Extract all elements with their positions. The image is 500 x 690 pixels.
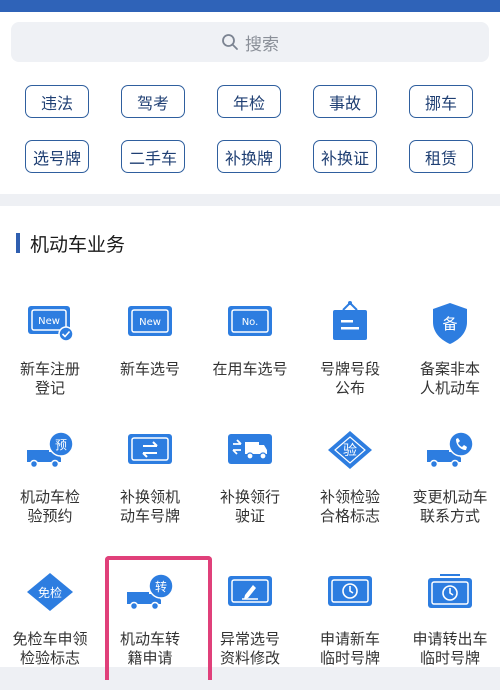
truck-phone-icon bbox=[427, 431, 474, 469]
svg-text:New: New bbox=[139, 317, 161, 328]
tag-used-car[interactable]: 二手车 bbox=[121, 140, 185, 173]
label-line2: 临时号牌 bbox=[419, 649, 480, 667]
plate-exchange-icon bbox=[128, 434, 172, 464]
service-label: 机动车检 验预约 bbox=[0, 488, 100, 526]
svg-text:免检: 免检 bbox=[38, 585, 62, 600]
service-change-contact[interactable]: 变更机动车 联系方式 bbox=[400, 428, 500, 548]
label-line2: 验预约 bbox=[27, 507, 73, 525]
service-replace-plate[interactable]: 补换领机 动车号牌 bbox=[100, 428, 200, 548]
label-line1: 免检车申领 bbox=[12, 630, 88, 648]
service-label: 补领检验 合格标志 bbox=[300, 488, 400, 526]
label-line2: 公布 bbox=[334, 379, 365, 397]
label-line1: 异常选号 bbox=[219, 630, 280, 648]
section-title: 机动车业务 bbox=[30, 233, 126, 256]
service-inspection-booking[interactable]: 预 机动车检 验预约 bbox=[0, 428, 100, 548]
license-truck-icon bbox=[228, 434, 272, 464]
service-in-use-plate[interactable]: No. 在用车选号 bbox=[200, 300, 300, 420]
label-line2: 资料修改 bbox=[219, 649, 280, 667]
service-label: 补换领机 动车号牌 bbox=[100, 488, 200, 526]
tag-replace-plate[interactable]: 补换牌 bbox=[217, 140, 281, 173]
service-exempt-inspection-mark[interactable]: 免检 免检车申领 检验标志 bbox=[0, 570, 100, 690]
label-line1: 机动车检 bbox=[19, 488, 80, 506]
service-plate-segment[interactable]: 号牌号段 公布 bbox=[300, 300, 400, 420]
service-replace-driving-license[interactable]: 补换领行 驶证 bbox=[200, 428, 300, 548]
service-new-car-registration[interactable]: New 新车注册 登记 bbox=[0, 300, 100, 420]
service-label: 异常选号 资料修改 bbox=[200, 630, 300, 668]
tag-annual-inspection[interactable]: 年检 bbox=[217, 85, 281, 118]
tag-driving-test[interactable]: 驾考 bbox=[121, 85, 185, 118]
service-new-car-plate[interactable]: New 新车选号 bbox=[100, 300, 200, 420]
label-line1: 补领检验 bbox=[319, 488, 380, 506]
service-abnormal-plate-edit[interactable]: 异常选号 资料修改 bbox=[200, 570, 300, 690]
svg-text:预: 预 bbox=[55, 438, 67, 452]
label-line1: 新车选号 bbox=[119, 360, 180, 378]
label-line2: 驶证 bbox=[234, 507, 265, 525]
label-line1: 号牌号段 bbox=[319, 360, 380, 378]
tag-move-car[interactable]: 挪车 bbox=[409, 85, 473, 118]
svg-text:验: 验 bbox=[343, 443, 357, 459]
label-line1: 备案非本 bbox=[419, 360, 480, 378]
search-panel: 搜索 违法 驾考 年检 事故 挪车 选号牌 二手车 补换牌 补换证 租赁 bbox=[0, 12, 500, 194]
title-accent-bar bbox=[16, 233, 20, 253]
label-line1: 在用车选号 bbox=[212, 360, 288, 378]
tag-replace-license[interactable]: 补换证 bbox=[313, 140, 377, 173]
tag-rental[interactable]: 租赁 bbox=[409, 140, 473, 173]
service-label: 补换领行 驶证 bbox=[200, 488, 300, 526]
vehicle-services-section: 机动车业务 New 新车注册 登记 New 新车选号 No. 在用车选号 号牌号… bbox=[0, 206, 500, 680]
service-label: 新车选号 bbox=[100, 360, 200, 379]
notice-board-icon bbox=[333, 301, 367, 340]
label-line2: 合格标志 bbox=[319, 507, 380, 525]
tag-select-plate[interactable]: 选号牌 bbox=[25, 140, 89, 173]
service-reissue-inspection-mark[interactable]: 验 补领检验 合格标志 bbox=[300, 428, 400, 548]
label-line2: 登记 bbox=[34, 379, 65, 397]
service-new-car-temp-plate[interactable]: 申请新车 临时号牌 bbox=[300, 570, 400, 690]
label-line1: 新车注册 bbox=[19, 360, 80, 378]
tag-violation[interactable]: 违法 bbox=[25, 85, 89, 118]
service-label: 新车注册 登记 bbox=[0, 360, 100, 398]
inspection-badge-icon: 验 bbox=[328, 431, 372, 469]
new-plate-check-icon: New bbox=[28, 306, 74, 342]
temp-plate-clock-icon bbox=[328, 576, 372, 606]
service-label: 备案非本 人机动车 bbox=[400, 360, 500, 398]
section-heading: 机动车业务 bbox=[16, 230, 125, 256]
service-transfer-temp-plate[interactable]: 申请转出车 临时号牌 bbox=[400, 570, 500, 690]
label-line2: 检验标志 bbox=[19, 649, 80, 667]
status-bar bbox=[0, 0, 500, 12]
svg-text:No.: No. bbox=[242, 317, 259, 328]
shield-record-icon: 备 bbox=[433, 303, 467, 344]
label-line1: 申请新车 bbox=[319, 630, 380, 648]
exempt-badge-icon: 免检 bbox=[27, 573, 73, 611]
search-placeholder: 搜索 bbox=[245, 34, 279, 55]
service-label: 在用车选号 bbox=[200, 360, 300, 379]
label-line2: 联系方式 bbox=[419, 507, 480, 525]
number-plate-icon: No. bbox=[228, 306, 272, 336]
label-line2: 临时号牌 bbox=[319, 649, 380, 667]
svg-text:备: 备 bbox=[442, 315, 457, 333]
label-line2: 动车号牌 bbox=[119, 507, 180, 525]
service-label: 号牌号段 公布 bbox=[300, 360, 400, 398]
new-plate-icon: New bbox=[128, 306, 172, 336]
service-record-other-vehicle[interactable]: 备 备案非本 人机动车 bbox=[400, 300, 500, 420]
truck-reserve-icon: 预 bbox=[27, 431, 74, 469]
label-line1: 补换领机 bbox=[119, 488, 180, 506]
service-label: 变更机动车 联系方式 bbox=[400, 488, 500, 526]
svg-text:New: New bbox=[38, 316, 60, 327]
service-label: 申请转出车 临时号牌 bbox=[400, 630, 500, 668]
label-line1: 申请转出车 bbox=[412, 630, 488, 648]
temp-plate-radio-icon bbox=[428, 574, 472, 608]
selection-highlight bbox=[105, 556, 212, 680]
label-line2: 人机动车 bbox=[419, 379, 480, 397]
service-label: 申请新车 临时号牌 bbox=[300, 630, 400, 668]
search-input[interactable]: 搜索 bbox=[11, 22, 489, 62]
service-label: 免检车申领 检验标志 bbox=[0, 630, 100, 668]
label-line1: 变更机动车 bbox=[412, 488, 488, 506]
edit-card-icon bbox=[228, 576, 272, 606]
label-line1: 补换领行 bbox=[219, 488, 280, 506]
tag-accident[interactable]: 事故 bbox=[313, 85, 377, 118]
search-icon bbox=[222, 34, 238, 50]
